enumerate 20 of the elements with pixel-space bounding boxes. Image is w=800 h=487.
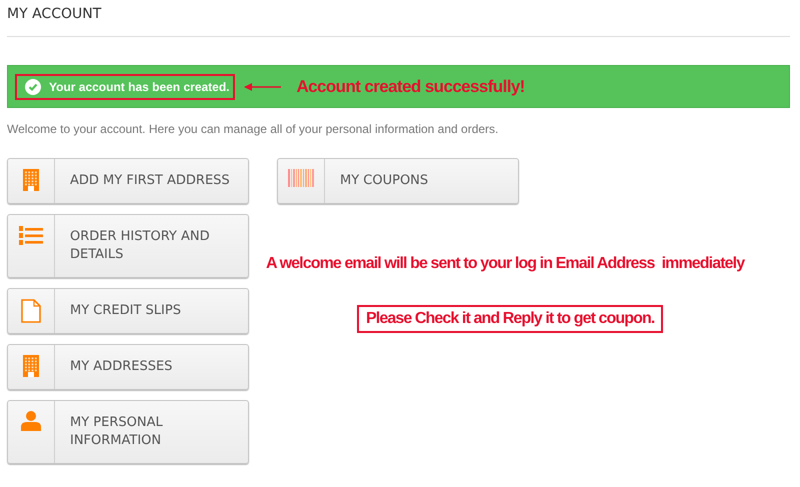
callout-text: Account created successfully! — [296, 76, 525, 96]
alert-message: Your account has been created. — [49, 80, 230, 94]
annotation-text: A welcome email will be sent to your log in Email Address immediately — [266, 255, 744, 273]
page-title: MY ACCOUNT — [7, 5, 102, 24]
building-icon — [22, 355, 40, 377]
numbered-list-icon — [19, 225, 43, 247]
arrow-icon — [242, 82, 282, 92]
account-menu-button[interactable]: MY COUPONS — [277, 158, 519, 204]
document-icon — [21, 299, 41, 323]
account-menu-button[interactable]: MY CREDIT SLIPS — [7, 288, 249, 334]
building-icon — [22, 169, 40, 191]
barcode-icon — [288, 169, 314, 187]
check-icon — [25, 78, 41, 94]
account-menu-button[interactable]: ADD MY FIRST ADDRESS — [7, 158, 249, 204]
account-menu-button[interactable]: MY ADDRESSES — [7, 344, 249, 390]
boxed-annotation: Please Check it and Reply it to get coupon. — [357, 305, 664, 333]
account-menu-button[interactable]: MY PERSONAL INFORMATION — [7, 400, 249, 464]
person-icon — [21, 411, 41, 431]
intro-text: Welcome to your account. Here you can manage all of your personal information and orders. — [7, 122, 500, 136]
account-menu-button[interactable]: ORDER HISTORY AND DETAILS — [7, 214, 249, 278]
